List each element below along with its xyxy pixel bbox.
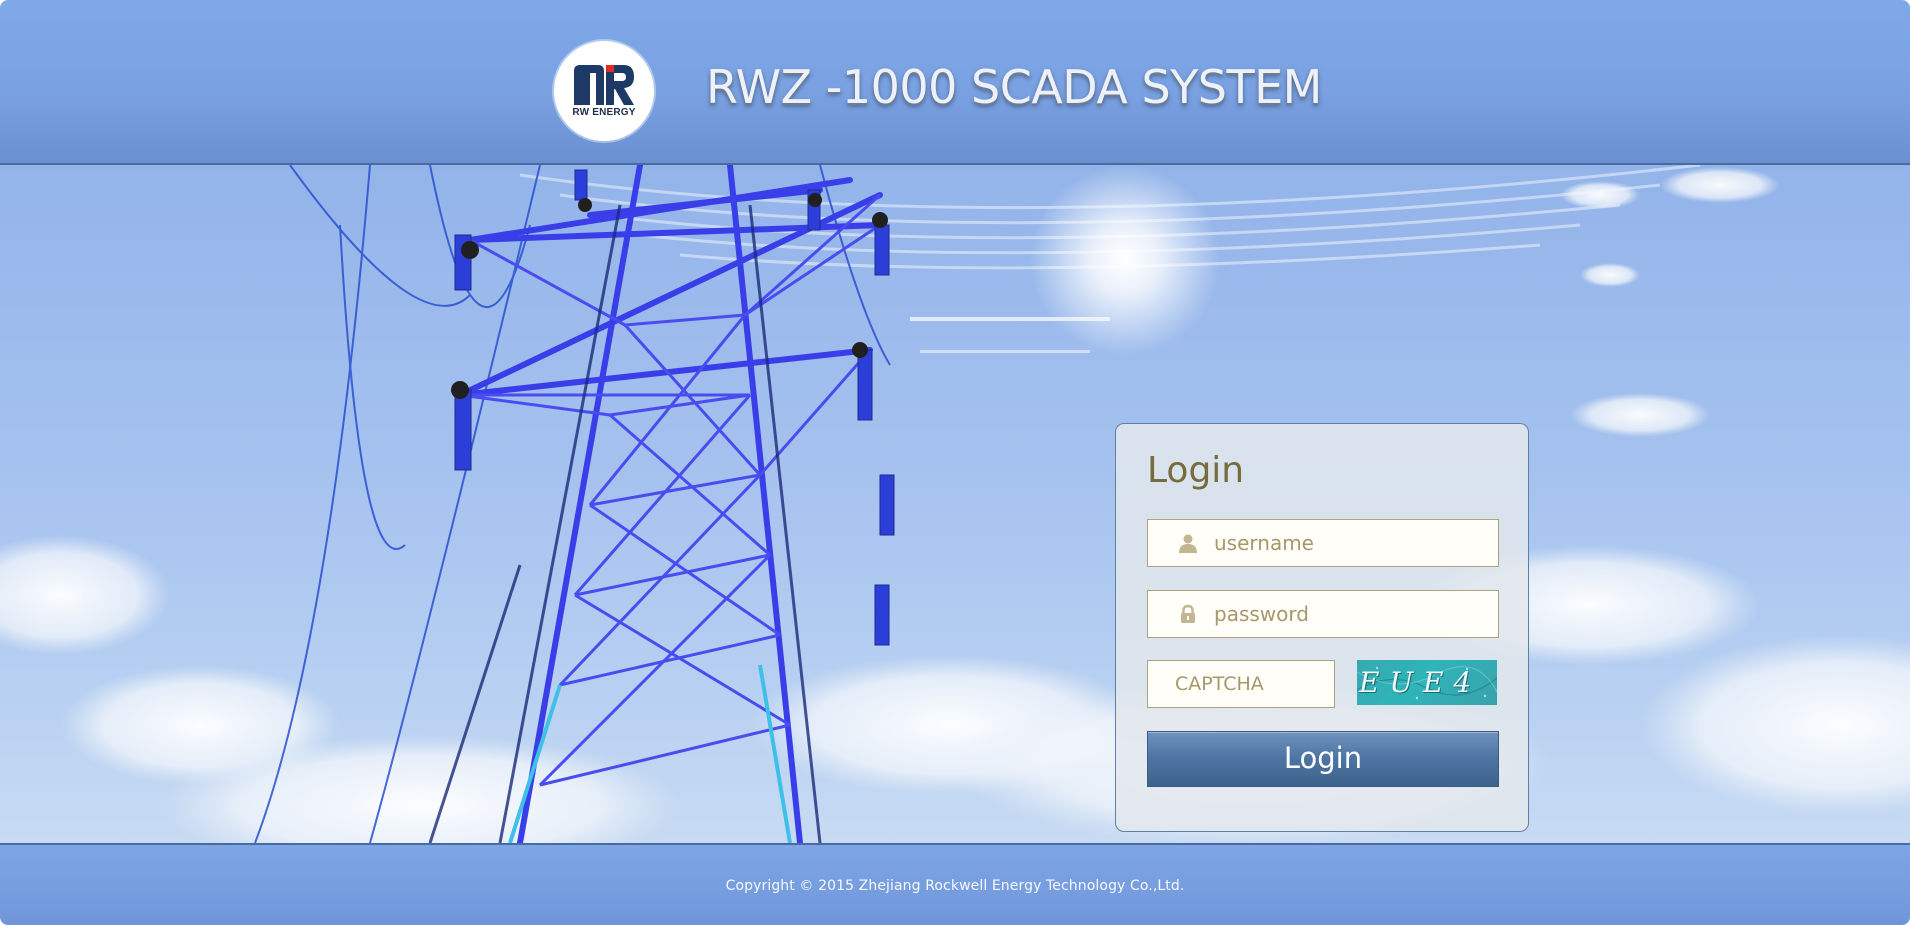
copyright-text: Copyright © 2015 Zhejiang Rockwell Energ… [725,878,1185,894]
login-heading: Login [1147,450,1245,491]
footer-bar: Copyright © 2015 Zhejiang Rockwell Energ… [0,843,1910,925]
background-scene: Login username CAPTCHA EUE4 Login [0,165,1910,843]
login-button[interactable]: Login [1147,731,1499,787]
lock-icon [1181,604,1195,623]
logo-text: RW ENERGY [572,107,636,118]
captcha-input[interactable] [1175,661,1325,706]
captcha-text: EUE4 [1359,666,1482,699]
power-tower-illustration [0,165,1910,843]
captcha-image[interactable]: EUE4 [1357,660,1497,705]
company-logo: RW ENERGY [554,41,654,141]
system-title: RWZ -1000 SCADA SYSTEM [706,60,1322,114]
user-icon [1179,534,1197,553]
login-panel: Login username CAPTCHA EUE4 Login [1115,423,1529,832]
password-field[interactable] [1147,590,1499,638]
rw-energy-logo-icon [574,65,634,105]
header-bar: RW ENERGY RWZ -1000 SCADA SYSTEM [0,0,1910,165]
password-input[interactable] [1214,591,1494,636]
login-page: RW ENERGY RWZ -1000 SCADA SYSTEM Login u… [0,0,1910,925]
username-field[interactable] [1147,519,1499,567]
username-input[interactable] [1214,520,1494,565]
captcha-field[interactable] [1147,660,1335,708]
